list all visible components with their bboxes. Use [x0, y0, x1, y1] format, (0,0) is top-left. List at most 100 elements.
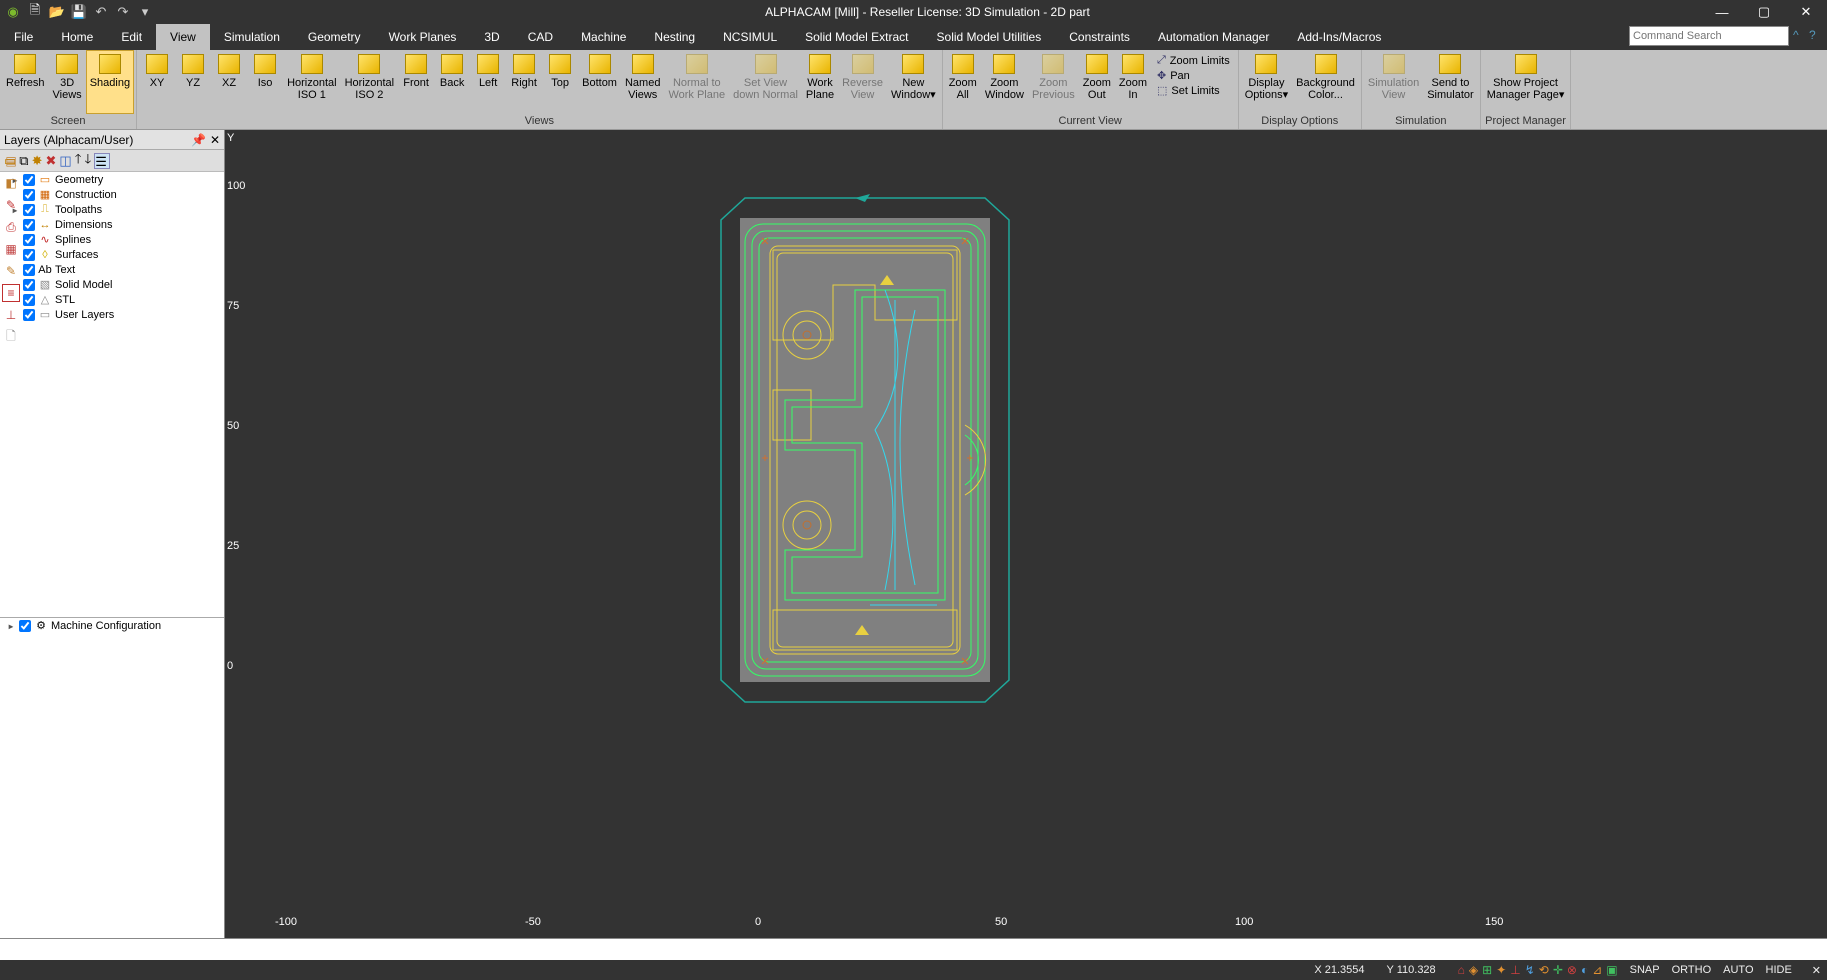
status-icon-9[interactable]: ⊗ [1567, 963, 1577, 977]
layer-row-solid-model[interactable]: ▧Solid Model [0, 277, 224, 292]
ribbon-iso[interactable]: Iso [247, 50, 283, 114]
layers-tool-8-icon[interactable]: ☰ [94, 153, 110, 169]
ribbon-named-views[interactable]: NamedViews [621, 50, 664, 114]
ribbon-pan[interactable]: ✥Pan [1157, 69, 1230, 82]
qat-dropdown-icon[interactable]: ▾ [136, 3, 154, 21]
ribbon-zoom-in[interactable]: ZoomIn [1115, 50, 1151, 114]
maximize-button[interactable]: ▢ [1743, 0, 1785, 24]
layer-checkbox[interactable] [23, 309, 35, 321]
leftrail-icon-6[interactable]: ✎ [2, 262, 20, 280]
layers-move-up-icon[interactable]: 🡑 [75, 150, 82, 172]
ribbon-collapse-icon[interactable]: ^ [1793, 28, 1807, 42]
status-icon-6[interactable]: ↯ [1525, 963, 1535, 977]
command-strip[interactable] [0, 938, 1827, 960]
status-icon-3[interactable]: ⊞ [1482, 963, 1492, 977]
tab-view[interactable]: View [156, 24, 210, 50]
ribbon-display-options-[interactable]: DisplayOptions▾ [1241, 50, 1292, 114]
tab-home[interactable]: Home [47, 24, 107, 50]
leftrail-icon-1[interactable]: ▤ [2, 152, 20, 170]
status-icon-8[interactable]: ✛ [1553, 963, 1563, 977]
layers-move-down-icon[interactable]: 🡓 [84, 150, 91, 172]
status-auto[interactable]: AUTO [1723, 964, 1753, 976]
status-icon-4[interactable]: ✦ [1496, 963, 1506, 977]
layers-tool-5-icon[interactable]: ◫ [59, 153, 71, 169]
command-search-input[interactable] [1629, 26, 1789, 46]
ribbon-horizontal-iso-1[interactable]: HorizontalISO 1 [283, 50, 341, 114]
ribbon-front[interactable]: Front [398, 50, 434, 114]
leftrail-icon-4[interactable]: ⎙ [2, 218, 20, 236]
status-icon-2[interactable]: ◈ [1469, 963, 1478, 977]
save-icon[interactable]: 💾 [70, 3, 88, 21]
ribbon-top[interactable]: Top [542, 50, 578, 114]
ribbon-new-window-[interactable]: NewWindow▾ [887, 50, 940, 114]
help-icon[interactable]: ? [1809, 28, 1823, 42]
status-icon-12[interactable]: ▣ [1606, 963, 1617, 977]
ribbon-set-limits[interactable]: ⬚Set Limits [1157, 84, 1230, 97]
tab-simulation[interactable]: Simulation [210, 24, 294, 50]
tab-cad[interactable]: CAD [514, 24, 567, 50]
undo-icon[interactable]: ↶ [92, 3, 110, 21]
layer-checkbox[interactable] [23, 189, 35, 201]
tab-automation-manager[interactable]: Automation Manager [1144, 24, 1283, 50]
panel-close-icon[interactable]: ✕ [210, 133, 220, 147]
leftrail-icon-8[interactable]: ⊥ [2, 306, 20, 324]
tab-ncsimul[interactable]: NCSIMUL [709, 24, 791, 50]
machine-config-tree[interactable]: ▸ ⚙ Machine Configuration [0, 618, 224, 938]
ribbon-show-project-manager-page-[interactable]: Show ProjectManager Page▾ [1483, 50, 1569, 114]
minimize-button[interactable]: — [1701, 0, 1743, 24]
layer-tree[interactable]: ▸▭Geometry▦Construction▸⎍Toolpaths↔Dimen… [0, 172, 224, 618]
ribbon-zoom-all[interactable]: ZoomAll [945, 50, 981, 114]
ribbon-refresh[interactable]: Refresh [2, 50, 49, 114]
panel-pin-icon[interactable]: 📌 [191, 133, 206, 147]
new-file-icon[interactable]: 🗎 [26, 3, 44, 21]
ribbon-background-color-[interactable]: BackgroundColor... [1292, 50, 1359, 114]
status-ortho[interactable]: ORTHO [1672, 964, 1712, 976]
open-folder-icon[interactable]: 📂 [48, 3, 66, 21]
layer-row-dimensions[interactable]: ↔Dimensions [0, 217, 224, 232]
redo-icon[interactable]: ↷ [114, 3, 132, 21]
status-icon-11[interactable]: ⊿ [1592, 963, 1602, 977]
ribbon-xy[interactable]: XY [139, 50, 175, 114]
layers-tool-4-icon[interactable]: ✖ [46, 153, 57, 169]
ribbon-xz[interactable]: XZ [211, 50, 247, 114]
layer-checkbox[interactable] [23, 174, 35, 186]
ribbon-yz[interactable]: YZ [175, 50, 211, 114]
layer-checkbox[interactable] [23, 279, 35, 291]
leftrail-icon-5[interactable]: ▦ [2, 240, 20, 258]
status-icon-1[interactable]: ⌂ [1458, 963, 1465, 977]
machine-config-checkbox[interactable] [19, 620, 31, 632]
status-snap[interactable]: SNAP [1630, 964, 1660, 976]
ribbon-bottom[interactable]: Bottom [578, 50, 621, 114]
ribbon-shading[interactable]: Shading [86, 50, 134, 114]
leftrail-icon-2[interactable]: ◧ [2, 174, 20, 192]
layer-checkbox[interactable] [23, 204, 35, 216]
canvas[interactable]: Y 1007550250 -100-50050100150 [225, 130, 1827, 938]
layer-checkbox[interactable] [23, 249, 35, 261]
ribbon-back[interactable]: Back [434, 50, 470, 114]
ribbon-zoom-out[interactable]: ZoomOut [1079, 50, 1115, 114]
status-icon-10[interactable]: ◐ [1581, 963, 1588, 977]
layer-row-surfaces[interactable]: ◊Surfaces [0, 247, 224, 262]
ribbon-horizontal-iso-2[interactable]: HorizontalISO 2 [341, 50, 399, 114]
ribbon-left[interactable]: Left [470, 50, 506, 114]
ribbon-right[interactable]: Right [506, 50, 542, 114]
ribbon-zoom-window[interactable]: ZoomWindow [981, 50, 1028, 114]
app-icon[interactable]: ◉ [4, 3, 22, 21]
leftrail-icon-9[interactable]: 🗋 [2, 328, 20, 346]
layer-checkbox[interactable] [23, 219, 35, 231]
layer-row-user-layers[interactable]: ▭User Layers [0, 307, 224, 322]
tab-machine[interactable]: Machine [567, 24, 640, 50]
status-icon-5[interactable]: ⊥ [1510, 963, 1520, 977]
tab-file[interactable]: File [0, 24, 47, 50]
leftrail-icon-7[interactable]: ≡ [2, 284, 20, 302]
status-hide[interactable]: HIDE [1766, 964, 1792, 976]
ribbon-work-plane[interactable]: WorkPlane [802, 50, 838, 114]
tab-constraints[interactable]: Constraints [1055, 24, 1144, 50]
tab-solid-model-extract[interactable]: Solid Model Extract [791, 24, 922, 50]
layer-checkbox[interactable] [23, 294, 35, 306]
layer-row-stl[interactable]: △STL [0, 292, 224, 307]
tab-3d[interactable]: 3D [470, 24, 513, 50]
tab-nesting[interactable]: Nesting [640, 24, 709, 50]
leftrail-icon-3[interactable]: ✎ [2, 196, 20, 214]
layer-row-geometry[interactable]: ▸▭Geometry [0, 172, 224, 187]
